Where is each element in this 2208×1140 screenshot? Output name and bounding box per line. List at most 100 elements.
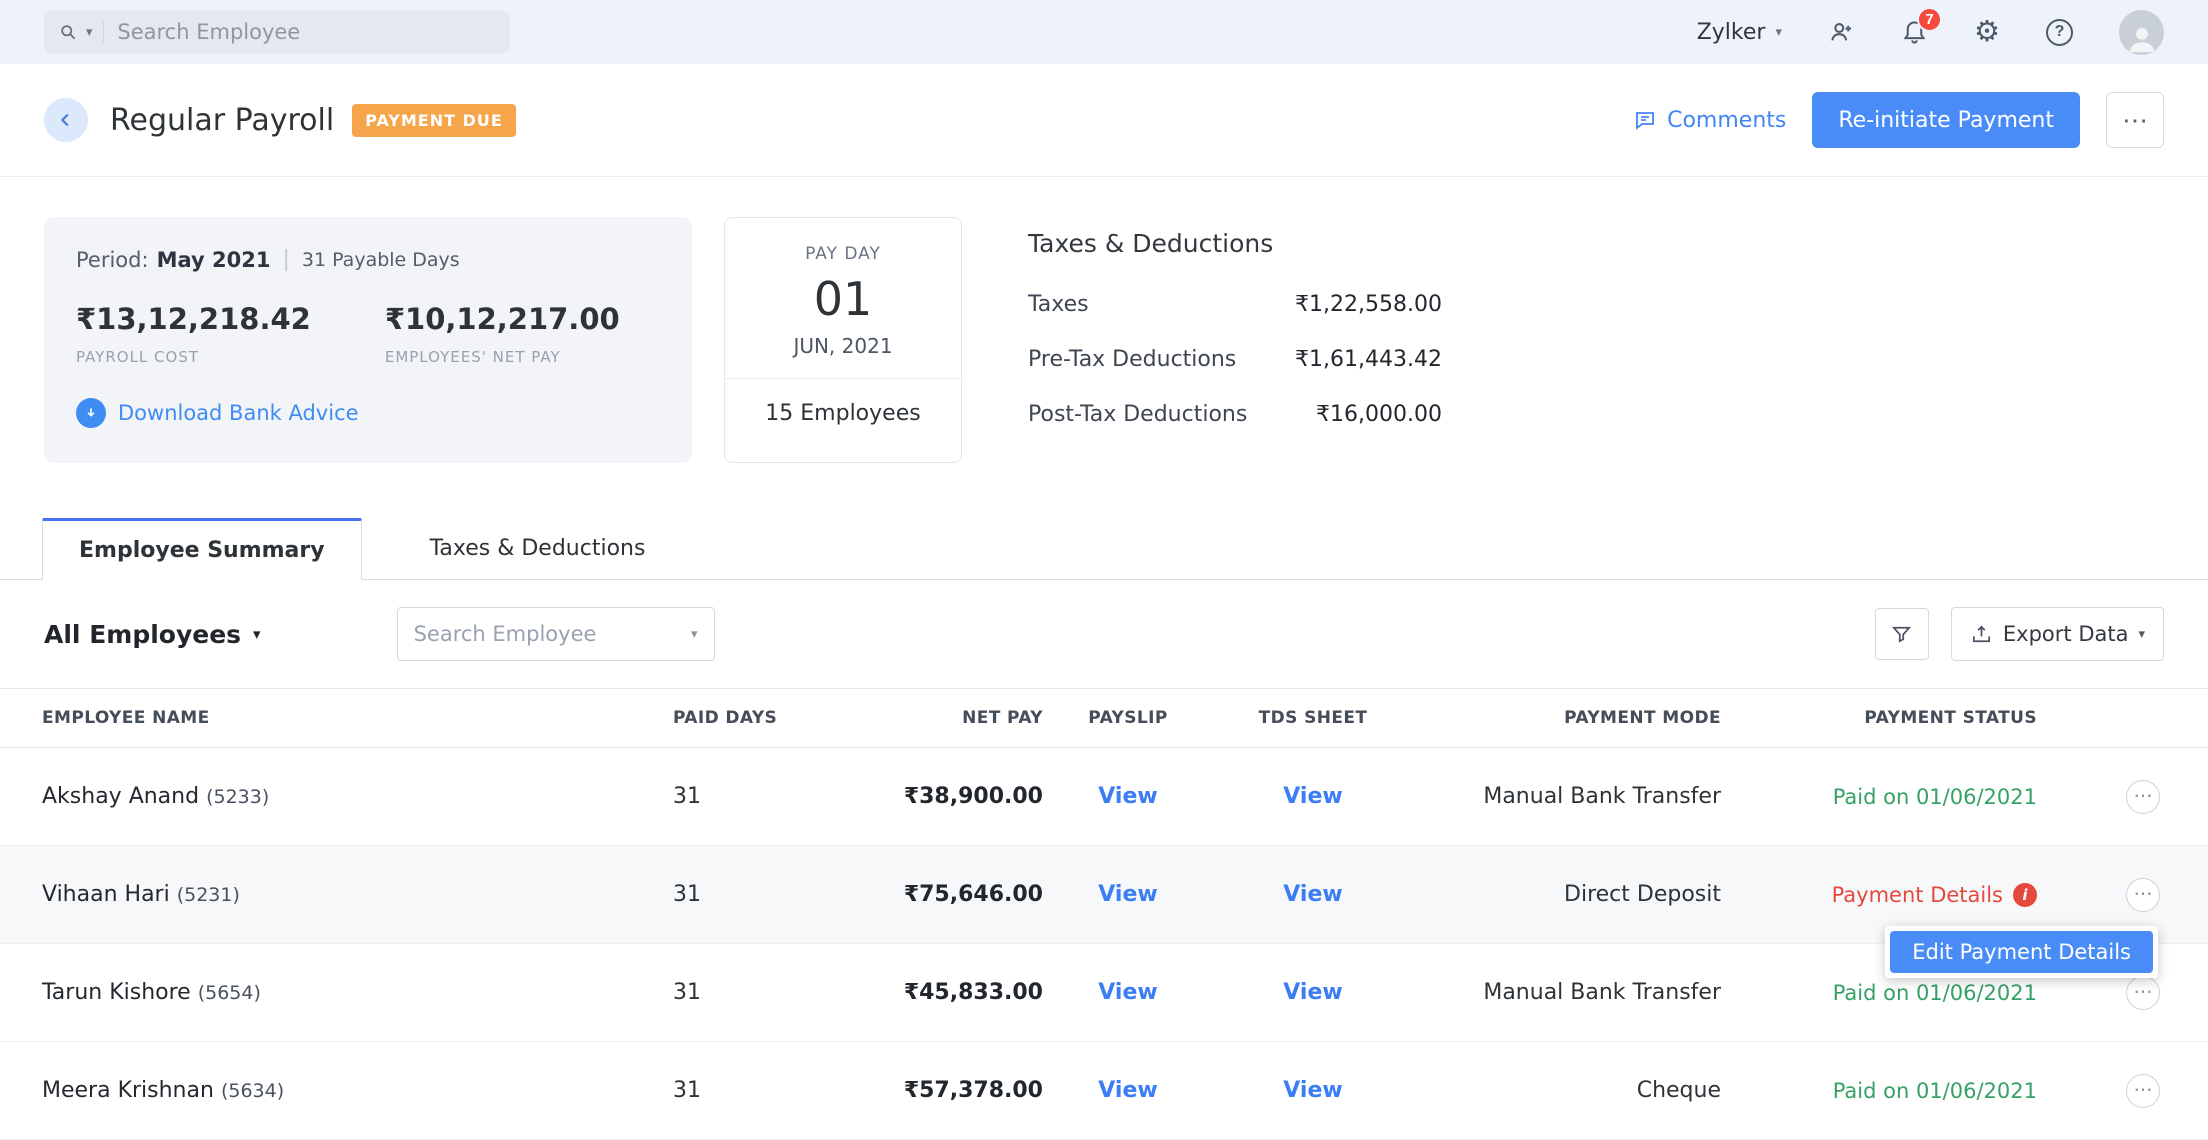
tds-view-link[interactable]: View	[1283, 784, 1342, 809]
paid-days: 31	[673, 882, 833, 907]
period-separator: |	[282, 247, 289, 272]
net-pay-block: ₹10,12,217.00 EMPLOYEES' NET PAY	[385, 302, 620, 366]
tds-view-link[interactable]: View	[1283, 1078, 1342, 1103]
export-data-label: Export Data	[2003, 622, 2129, 646]
comments-button[interactable]: Comments	[1633, 108, 1786, 133]
taxes-rows: Taxes ₹1,22,558.00 Pre-Tax Deductions ₹1…	[1028, 292, 1442, 427]
net-pay: ₹57,378.00	[833, 1078, 1043, 1103]
tax-label: Taxes	[1028, 292, 1089, 317]
funnel-icon	[1890, 623, 1913, 646]
more-horizontal-icon: ⋯	[2122, 105, 2148, 136]
net-pay: ₹38,900.00	[833, 784, 1043, 809]
employee-name: Meera Krishnan	[42, 1078, 214, 1103]
payslip-view-link[interactable]: View	[1098, 1078, 1157, 1103]
net-pay-value: ₹10,12,217.00	[385, 302, 620, 336]
payday-label: PAY DAY	[725, 244, 961, 264]
payment-mode: Manual Bank Transfer	[1413, 784, 1721, 809]
table-row[interactable]: Tarun Kishore (5654) 31 ₹45,833.00 View …	[0, 944, 2208, 1042]
period-line: Period: May 2021 | 31 Payable Days	[76, 247, 660, 272]
download-icon	[76, 398, 106, 428]
export-data-button[interactable]: Export Data ▾	[1951, 607, 2164, 661]
payday-divider	[725, 378, 961, 379]
employee-search-select[interactable]: Search Employee ▾	[397, 607, 715, 661]
employee-name: Vihaan Hari	[42, 882, 170, 907]
page-header: Regular Payroll PAYMENT DUE Comments Re-…	[0, 64, 2208, 177]
tds-view-link[interactable]: View	[1283, 882, 1342, 907]
payment-mode: Manual Bank Transfer	[1413, 980, 1721, 1005]
payroll-cost-label: PAYROLL COST	[76, 348, 311, 366]
tab-taxes-deductions[interactable]: Taxes & Deductions	[394, 518, 682, 579]
column-header-employee-name: EMPLOYEE NAME	[42, 708, 673, 728]
employee-id: (5654)	[198, 982, 261, 1004]
payslip-view-link[interactable]: View	[1098, 882, 1157, 907]
info-icon: i	[2013, 883, 2037, 907]
notifications-button[interactable]: 7	[1901, 19, 1928, 46]
download-bank-advice-label: Download Bank Advice	[118, 401, 359, 425]
global-search-input[interactable]	[117, 20, 496, 44]
row-actions-button[interactable]: ⋯	[2126, 1074, 2160, 1108]
employee-filter-dropdown[interactable]: All Employees ▾	[44, 620, 261, 649]
header-actions: Comments Re-initiate Payment ⋯	[1633, 92, 2164, 148]
tds-view-link[interactable]: View	[1283, 980, 1342, 1005]
tax-row: Pre-Tax Deductions ₹1,61,443.42	[1028, 347, 1442, 372]
payment-status: Paid on 01/06/2021	[1833, 981, 2037, 1005]
tax-label: Post-Tax Deductions	[1028, 402, 1247, 427]
filter-actions: Export Data ▾	[1875, 607, 2164, 661]
amounts-row: ₹13,12,218.42 PAYROLL COST ₹10,12,217.00…	[76, 302, 660, 366]
payslip-view-link[interactable]: View	[1098, 784, 1157, 809]
avatar[interactable]	[2119, 10, 2164, 55]
table-row[interactable]: Akshay Anand (5233) 31 ₹38,900.00 View V…	[0, 748, 2208, 846]
tax-value: ₹1,22,558.00	[1295, 292, 1442, 317]
org-name: Zylker	[1697, 20, 1766, 45]
paid-days: 31	[673, 1078, 833, 1103]
row-actions-button[interactable]: ⋯	[2126, 976, 2160, 1010]
notification-badge: 7	[1917, 7, 1942, 32]
taxes-deductions-block: Taxes & Deductions Taxes ₹1,22,558.00 Pr…	[1028, 217, 1442, 463]
paid-days: 31	[673, 784, 833, 809]
payment-mode: Direct Deposit	[1413, 882, 1721, 907]
search-scope-caret-icon[interactable]: ▾	[86, 26, 93, 39]
tax-value: ₹1,61,443.42	[1295, 347, 1442, 372]
global-search[interactable]: ▾	[44, 11, 510, 53]
tab-employee-summary[interactable]: Employee Summary	[42, 518, 362, 580]
reinitiate-payment-button[interactable]: Re-initiate Payment	[1812, 92, 2080, 148]
download-bank-advice-link[interactable]: Download Bank Advice	[76, 398, 359, 428]
tax-row: Taxes ₹1,22,558.00	[1028, 292, 1442, 317]
page-title: Regular Payroll	[110, 103, 334, 138]
column-header-payment-status: PAYMENT STATUS	[1721, 708, 2037, 728]
payslip-view-link[interactable]: View	[1098, 980, 1157, 1005]
ellipsis-icon: ⋯	[2134, 981, 2153, 1004]
payment-mode: Cheque	[1413, 1078, 1721, 1103]
comments-label: Comments	[1667, 108, 1786, 133]
table-header-row: EMPLOYEE NAME PAID DAYS NET PAY PAYSLIP …	[0, 688, 2208, 748]
filter-button[interactable]	[1875, 608, 1929, 660]
ellipsis-icon: ⋯	[2134, 1079, 2153, 1102]
ellipsis-icon: ⋯	[2134, 785, 2153, 808]
org-caret-icon: ▾	[1775, 26, 1782, 39]
net-pay: ₹45,833.00	[833, 980, 1043, 1005]
tax-value: ₹16,000.00	[1316, 402, 1442, 427]
help-button[interactable]: ?	[2046, 19, 2073, 46]
employee-filter-label: All Employees	[44, 620, 241, 649]
settings-button[interactable]: ⚙	[1974, 18, 2000, 47]
net-pay: ₹75,646.00	[833, 882, 1043, 907]
add-user-button[interactable]	[1828, 19, 1855, 46]
period-value: May 2021	[157, 248, 271, 272]
payment-details-link[interactable]: Payment Details i	[1832, 883, 2037, 907]
add-user-icon	[1828, 19, 1855, 46]
row-actions-button[interactable]: ⋯	[2126, 780, 2160, 814]
taxes-title: Taxes & Deductions	[1028, 229, 1442, 258]
employee-id: (5233)	[206, 786, 269, 808]
employee-id: (5634)	[221, 1080, 284, 1102]
column-header-paid-days: PAID DAYS	[673, 708, 833, 728]
org-switcher[interactable]: Zylker ▾	[1697, 20, 1782, 45]
employee-table: EMPLOYEE NAME PAID DAYS NET PAY PAYSLIP …	[0, 688, 2208, 1140]
more-options-button[interactable]: ⋯	[2106, 92, 2164, 148]
edit-payment-details-button[interactable]: Edit Payment Details	[1890, 931, 2153, 973]
row-actions-button[interactable]: ⋯	[2126, 878, 2160, 912]
back-button[interactable]	[44, 98, 88, 142]
edit-payment-popup: Edit Payment Details	[1885, 926, 2158, 978]
question-icon: ?	[2046, 19, 2073, 46]
table-row[interactable]: Meera Krishnan (5634) 31 ₹57,378.00 View…	[0, 1042, 2208, 1140]
table-row[interactable]: Vihaan Hari (5231) 31 ₹75,646.00 View Vi…	[0, 846, 2208, 944]
